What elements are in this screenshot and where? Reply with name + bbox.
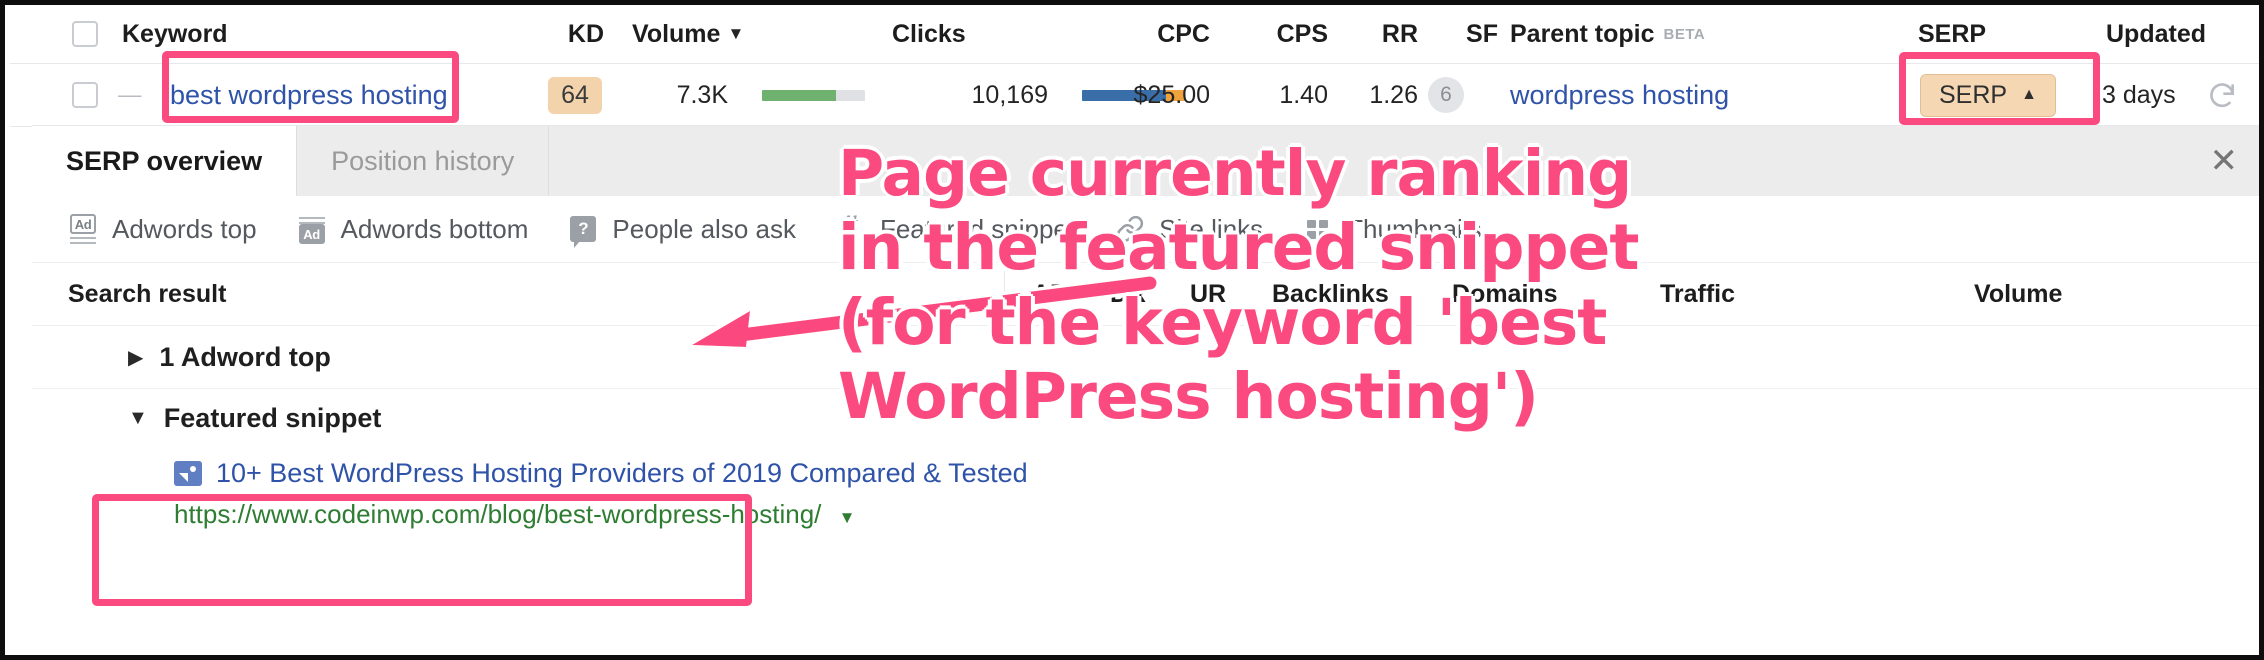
serp-feature-people-also-ask[interactable]: ? People also ask	[568, 213, 796, 248]
adwords-bottom-icon: Ad	[297, 214, 327, 244]
refresh-icon	[2210, 83, 2234, 108]
serp-feature-site-links-label: Site links	[1159, 213, 1264, 244]
checkbox-box	[72, 21, 98, 47]
serp-feature-site-links[interactable]: Site links	[1115, 214, 1263, 245]
result-column-backlinks: Backlinks	[1272, 279, 1389, 308]
row-expander[interactable]: ‒‒	[118, 64, 142, 126]
rr-value: 1.26	[1369, 80, 1418, 109]
column-header-updated[interactable]: Updated	[2106, 5, 2206, 63]
serp-result-group-label: 1 Adword top	[159, 341, 331, 372]
serp-feature-featured-snippet-label: Featured snippet	[879, 213, 1076, 244]
serp-panel-tabs: SERP overview Position history ✕	[32, 126, 2259, 196]
column-divider	[1004, 271, 1005, 317]
question-box-icon: ?	[568, 214, 598, 248]
result-column-ur: UR	[1190, 279, 1227, 308]
column-header-parent-topic-label: Parent topic	[1510, 19, 1655, 48]
clicks-value: 10,169	[971, 80, 1048, 109]
image-result-icon	[174, 460, 202, 486]
refresh-button[interactable]	[2206, 64, 2238, 126]
column-header-cps[interactable]: CPS	[1238, 5, 1328, 63]
sort-desc-caret-icon: ▼	[727, 24, 745, 43]
featured-snippet-header[interactable]: ▼ Featured snippet	[128, 389, 2259, 447]
result-column-dr: DR	[1110, 279, 1147, 308]
featured-snippet-title-row[interactable]: 10+ Best WordPress Hosting Providers of …	[128, 447, 2259, 499]
tab-serp-overview[interactable]: SERP overview	[32, 126, 298, 196]
serp-button-label: SERP	[1939, 80, 2008, 109]
serp-feature-adwords-bottom[interactable]: Ad Adwords bottom	[297, 213, 529, 245]
expander-icon: ‒‒	[118, 82, 142, 107]
serp-feature-adwords-top-label: Adwords top	[112, 213, 257, 244]
featured-snippet-label: Featured snippet	[163, 402, 382, 433]
featured-snippet-result: 1 ▼ Featured snippet 10+ Best WordPress …	[32, 389, 2259, 530]
column-header-sf[interactable]: SF	[1430, 5, 1498, 63]
collapse-triangle-icon[interactable]: ▼	[128, 407, 148, 430]
tab-serp-overview-label: SERP overview	[66, 145, 263, 176]
serp-features-filter: Ad Adwords top Ad Adwords bottom ? Peopl…	[32, 196, 2259, 263]
quote-icon: ❝	[842, 212, 860, 245]
serp-feature-adwords-bottom-label: Adwords bottom	[340, 213, 529, 244]
serp-feature-thumbnails[interactable]: Thumbnails	[1303, 213, 1482, 245]
column-header-volume-label: Volume	[632, 19, 721, 48]
select-all-checkbox[interactable]	[72, 5, 98, 63]
volume-bar-track	[762, 89, 865, 101]
row-select-checkbox[interactable]	[72, 64, 98, 126]
checkbox-box	[72, 82, 98, 108]
featured-snippet-title-link[interactable]: 10+ Best WordPress Hosting Providers of …	[216, 458, 1028, 489]
serp-result-column-headers: Search result AR DR UR Backlinks Domains…	[32, 263, 2259, 326]
serp-toggle-button[interactable]: SERP ▲	[1920, 64, 2056, 126]
volume-bar	[762, 64, 865, 126]
close-icon[interactable]: ✕	[2210, 144, 2239, 178]
screenshot-frame: Keyword KD Volume ▼ Clicks CPC CPS RR SF…	[0, 0, 2264, 660]
parent-topic-link-text[interactable]: wordpress hosting	[1510, 80, 1729, 111]
column-header-kd[interactable]: KD	[530, 5, 604, 63]
chevron-down-icon[interactable]: ▼	[839, 508, 856, 527]
serp-result-group-row[interactable]: ▶ 1 Adword top	[32, 326, 2259, 389]
volume-bar-fill	[762, 89, 837, 101]
keyword-table: Keyword KD Volume ▼ Clicks CPC CPS RR SF…	[10, 5, 2259, 127]
serp-feature-thumbnails-label: Thumbnails	[1347, 213, 1482, 244]
serp-overview-panel: SERP overview Position history ✕ Ad Adwo…	[32, 125, 2259, 655]
table-row[interactable]: ‒‒ best wordpress hosting 64 7.3K 10,169…	[10, 64, 2259, 127]
beta-badge: BETA	[1663, 25, 1706, 43]
serp-feature-featured-snippet[interactable]: ❝ Featured snippet	[836, 214, 1075, 245]
result-column-domains: Domains	[1452, 279, 1558, 308]
serp-button[interactable]: SERP ▲	[1920, 73, 2056, 117]
column-header-keyword[interactable]: Keyword	[122, 5, 228, 63]
kd-badge: 64	[548, 76, 602, 114]
tab-position-history[interactable]: Position history	[297, 126, 550, 196]
column-header-parent-topic[interactable]: Parent topic BETA	[1510, 5, 1705, 63]
result-column-ar: AR	[1032, 279, 1069, 308]
keyword-link[interactable]: best wordpress hosting	[170, 64, 448, 126]
featured-snippet-url: https://www.codeinwp.com/blog/best-wordp…	[174, 499, 822, 529]
column-header-rr[interactable]: RR	[1348, 5, 1418, 63]
caret-up-icon: ▲	[2021, 86, 2037, 103]
cps-value: 1.40	[1279, 80, 1328, 109]
serp-results: ▶ 1 Adword top 1 ▼ Featured snippet 10+ …	[32, 326, 2259, 530]
column-header-cpc[interactable]: CPC	[1110, 5, 1210, 63]
serp-feature-adwords-top[interactable]: Ad Adwords top	[68, 214, 257, 245]
updated-value: 3 days	[2102, 80, 2176, 109]
sf-count-badge: 6	[1428, 77, 1464, 113]
keyword-table-header: Keyword KD Volume ▼ Clicks CPC CPS RR SF…	[10, 5, 2259, 64]
chain-link-icon	[1115, 214, 1145, 244]
adwords-top-icon: Ad	[68, 214, 98, 244]
keyword-link-text[interactable]: best wordpress hosting	[170, 80, 448, 111]
tab-position-history-label: Position history	[331, 145, 515, 176]
kd-value: 64	[548, 64, 602, 126]
featured-snippet-url-row[interactable]: https://www.codeinwp.com/blog/best-wordp…	[128, 499, 2259, 530]
column-header-volume[interactable]: Volume ▼	[632, 5, 744, 63]
sf-value: 6	[1428, 64, 1464, 126]
column-header-clicks[interactable]: Clicks	[892, 5, 966, 63]
expand-triangle-icon[interactable]: ▶	[128, 345, 143, 370]
result-column-search-result: Search result	[68, 279, 227, 308]
cpc-value: $25.00	[1133, 80, 1210, 109]
serp-feature-people-also-ask-label: People also ask	[612, 213, 796, 244]
column-header-serp[interactable]: SERP	[1918, 5, 1986, 63]
result-column-volume: Volume	[1974, 279, 2063, 308]
volume-value: 7.3K	[676, 80, 728, 109]
thumbnails-icon	[1303, 214, 1333, 244]
parent-topic-link[interactable]: wordpress hosting	[1510, 64, 1729, 126]
result-column-traffic: Traffic	[1660, 279, 1736, 308]
